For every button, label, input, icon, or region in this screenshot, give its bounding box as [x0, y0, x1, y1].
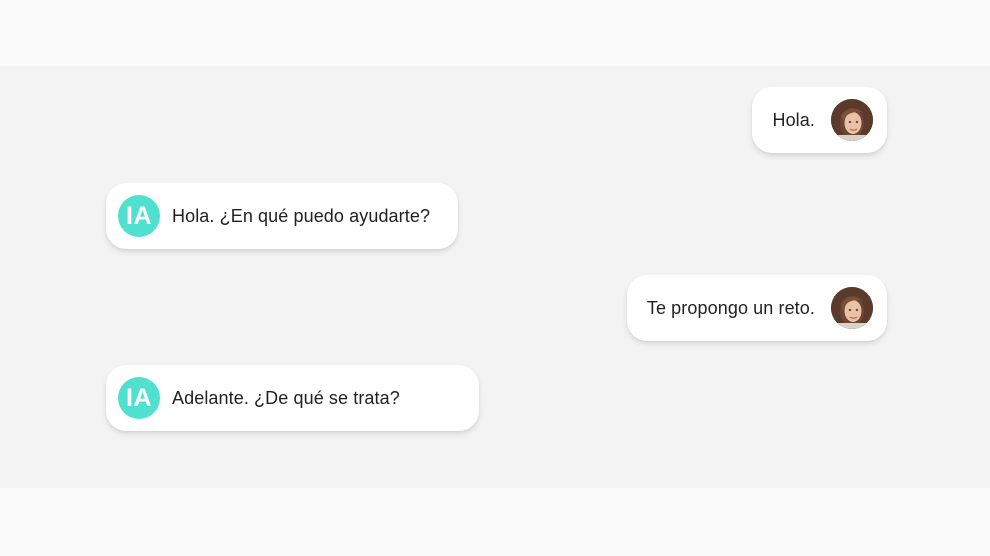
user-avatar-icon	[831, 287, 873, 329]
ai-message-bubble: IA Adelante. ¿De qué se trata?	[106, 365, 479, 431]
message-text: Te propongo un reto.	[646, 297, 815, 318]
message-text: Hola. ¿En qué puedo ayudarte?	[172, 205, 431, 226]
ai-avatar-icon: IA	[118, 195, 160, 237]
user-photo-icon	[831, 99, 873, 141]
message-text: Adelante. ¿De qué se trata?	[172, 387, 400, 408]
message-text: Hola.	[772, 109, 815, 130]
ai-avatar-icon: IA	[118, 377, 160, 419]
user-avatar-icon	[831, 99, 873, 141]
user-message-bubble: Te propongo un reto.	[626, 275, 887, 341]
ai-message-bubble: IA Hola. ¿En qué puedo ayudarte?	[106, 183, 459, 249]
user-message-bubble: Hola.	[752, 87, 887, 153]
user-photo-icon	[831, 287, 873, 329]
chat-area: Hola. IA Hola. ¿En qué puedo ayudarte? T…	[0, 66, 990, 488]
